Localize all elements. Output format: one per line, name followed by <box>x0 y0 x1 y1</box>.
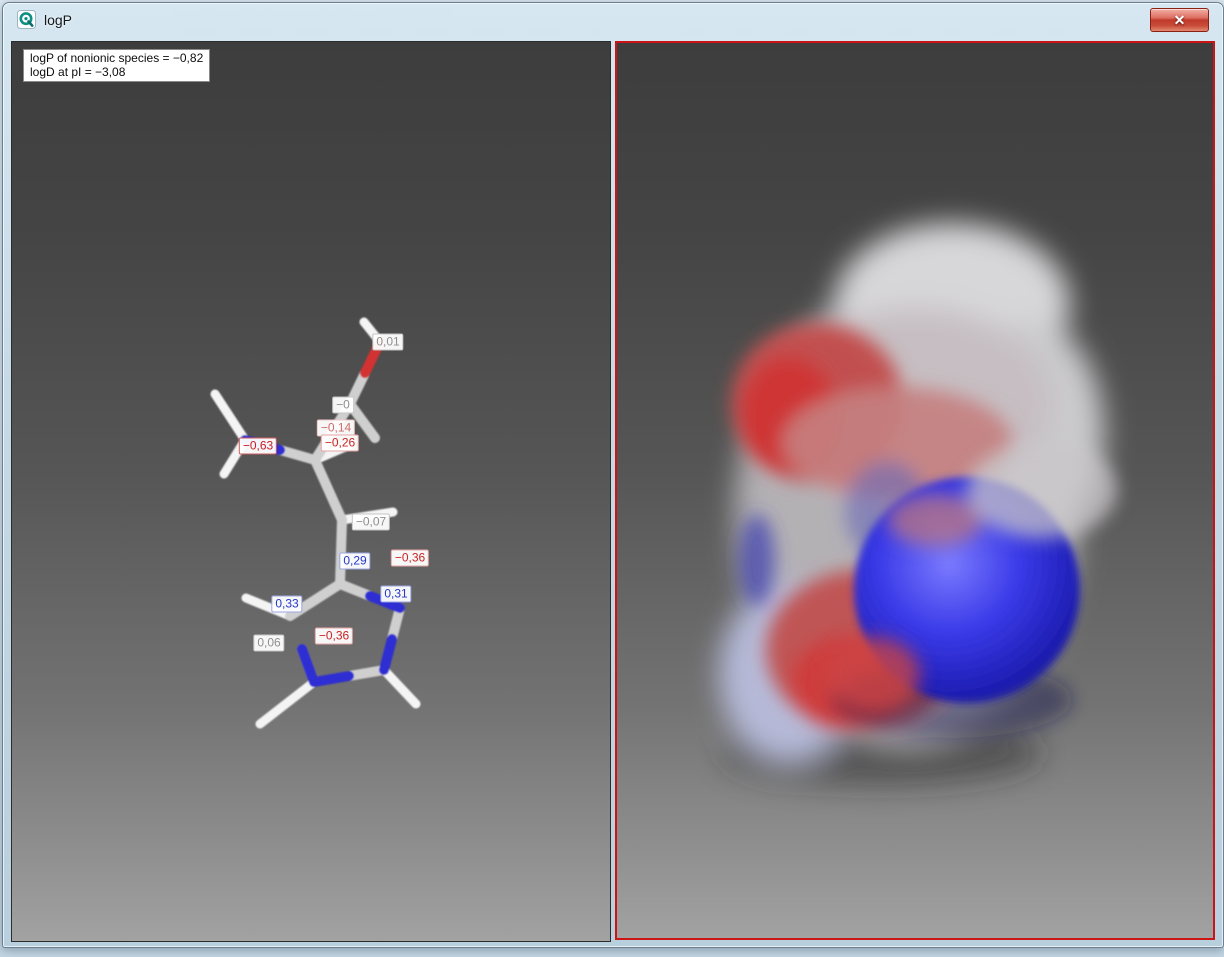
logd-pi-line: logD at pI = −3,08 <box>30 65 203 79</box>
logp-window: logP ✕ <box>2 2 1224 948</box>
surface-3d <box>617 43 1215 938</box>
atom-increment-label: 0,31 <box>380 586 411 603</box>
atom-increment-label: −0,26 <box>321 435 359 452</box>
app-icon <box>17 10 36 29</box>
title-bar[interactable]: logP ✕ <box>3 3 1223 40</box>
atom-increment-label: −0,36 <box>391 550 429 567</box>
atom-increment-label: −0,07 <box>352 514 390 531</box>
window-title: logP <box>44 12 72 28</box>
desktop: s.com/pages/webpage.action?pageId=125832… <box>0 0 1224 957</box>
close-icon: ✕ <box>1174 13 1186 27</box>
atom-increment-label: 0,29 <box>339 553 370 570</box>
atom-increment-label: 0,06 <box>253 635 284 652</box>
close-button[interactable]: ✕ <box>1150 8 1209 32</box>
structure-view-3d[interactable]: logP of nonionic species = −0,82 logD at… <box>11 41 611 942</box>
logp-nonionic-line: logP of nonionic species = −0,82 <box>30 51 203 65</box>
atom-increment-label: −0,63 <box>239 438 277 455</box>
atom-increment-label: 0,33 <box>271 596 302 613</box>
atom-increment-label: 0,01 <box>372 334 403 351</box>
atom-increment-label: −0 <box>332 397 354 414</box>
atom-increment-label: −0,36 <box>315 628 353 645</box>
molecule-3d <box>12 42 610 941</box>
logp-info-overlay: logP of nonionic species = −0,82 logD at… <box>23 49 210 82</box>
viewer-content: logP of nonionic species = −0,82 logD at… <box>11 41 1215 942</box>
surface-view-3d[interactable] <box>615 41 1215 940</box>
